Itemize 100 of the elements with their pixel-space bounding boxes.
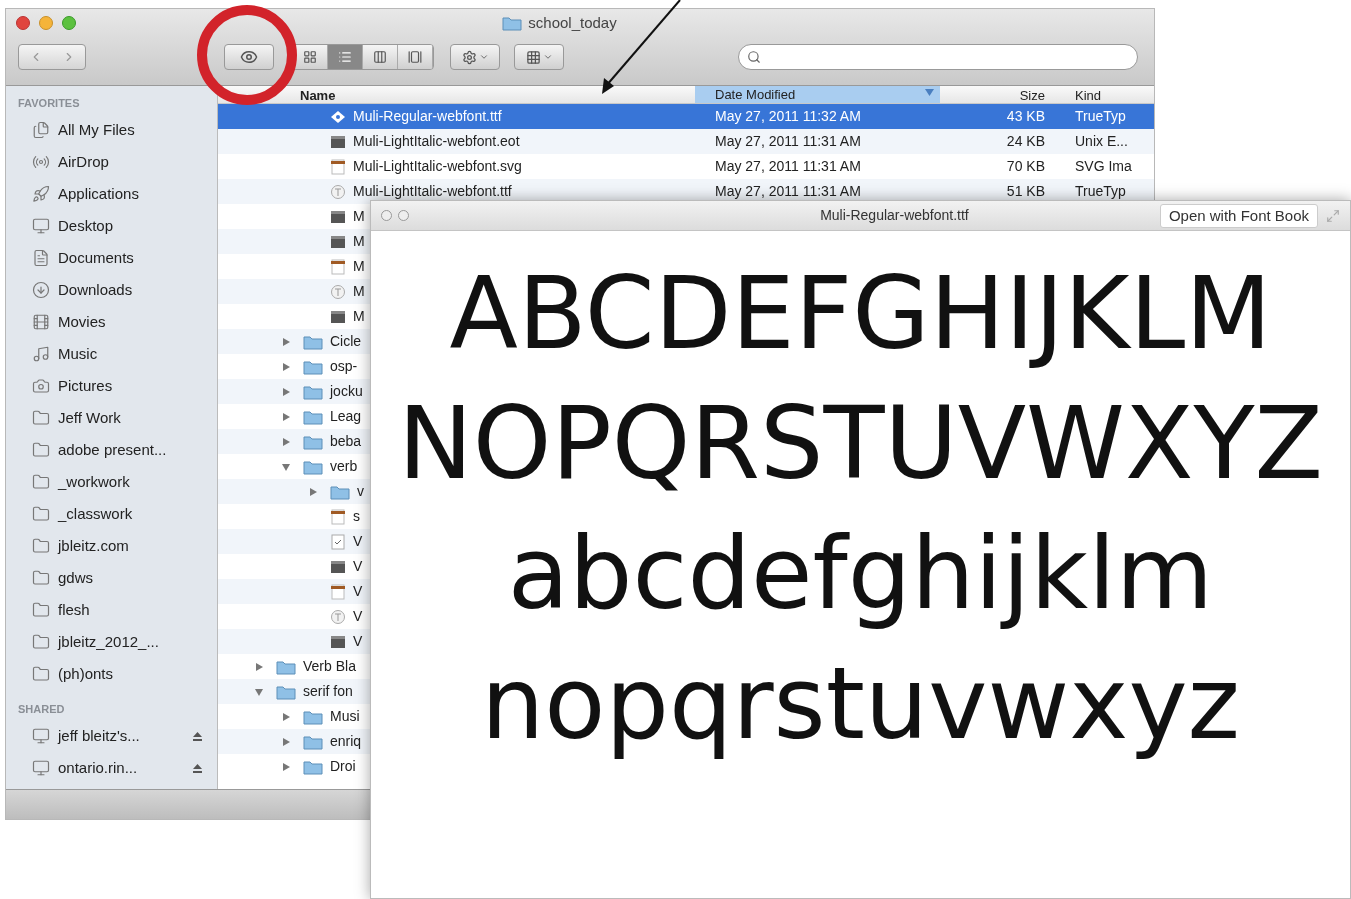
font-sample-line: nopqrstuvwxyz bbox=[480, 644, 1241, 764]
zoom-button[interactable] bbox=[62, 16, 76, 30]
sidebar-item[interactable]: gdws bbox=[6, 562, 217, 594]
caret-icon bbox=[542, 52, 553, 62]
arrange-button[interactable] bbox=[514, 44, 564, 70]
sidebar-item[interactable]: Applications bbox=[6, 178, 217, 210]
caret-icon bbox=[478, 52, 489, 62]
folder-icon bbox=[303, 358, 323, 375]
grid-icon bbox=[303, 50, 317, 64]
sidebar-item[interactable]: Downloads bbox=[6, 274, 217, 306]
columns-icon bbox=[373, 50, 387, 64]
airdrop-icon bbox=[32, 153, 50, 171]
folder-icon bbox=[32, 633, 50, 651]
disclosure-right-icon[interactable] bbox=[281, 361, 291, 372]
image-file-icon bbox=[330, 158, 346, 175]
disclosure-down-icon[interactable] bbox=[281, 461, 291, 472]
sidebar-item[interactable]: Jeff Work bbox=[6, 402, 217, 434]
folder-icon bbox=[32, 665, 50, 683]
binary-file-icon bbox=[330, 559, 346, 574]
sidebar-item[interactable]: jbleitz_2012_... bbox=[6, 626, 217, 658]
folder-icon bbox=[303, 383, 323, 400]
column-header[interactable]: Date Modified bbox=[695, 86, 940, 103]
sidebar-item[interactable]: _classwork bbox=[6, 498, 217, 530]
binary-file-icon bbox=[330, 209, 346, 224]
view-button[interactable] bbox=[363, 45, 398, 69]
folder-icon bbox=[32, 569, 50, 587]
camera-icon bbox=[32, 377, 50, 395]
sidebar-item[interactable]: AirDrop bbox=[6, 146, 217, 178]
fullscreen-button[interactable] bbox=[398, 210, 409, 221]
search-icon bbox=[747, 50, 761, 64]
font-sample-line: NOPQRSTUVWXYZ bbox=[397, 384, 1324, 504]
sidebar-item[interactable]: jbleitz.com bbox=[6, 530, 217, 562]
disclosure-right-icon[interactable] bbox=[281, 436, 291, 447]
sidebar-item[interactable]: Pictures bbox=[6, 370, 217, 402]
sidebar-item[interactable]: adobe present... bbox=[6, 434, 217, 466]
list-icon bbox=[338, 50, 352, 64]
download-icon bbox=[32, 281, 50, 299]
folder-icon bbox=[32, 473, 50, 491]
font-file-icon bbox=[330, 109, 346, 124]
binary-file-icon bbox=[330, 234, 346, 249]
eject-icon[interactable] bbox=[192, 730, 203, 742]
font-file-icon bbox=[330, 608, 346, 625]
column-header[interactable]: Size bbox=[940, 86, 1055, 103]
disclosure-right-icon[interactable] bbox=[281, 761, 291, 772]
file-row[interactable]: Muli-LightItalic-webfont.eot May 27, 2011 11:31 AM 24 KB Unix E... bbox=[218, 129, 1154, 154]
sidebar-item[interactable]: Documents bbox=[6, 242, 217, 274]
disclosure-right-icon[interactable] bbox=[281, 386, 291, 397]
file-row[interactable]: Muli-Regular-webfont.ttf May 27, 2011 11:32 AM 43 KB TrueTyp bbox=[218, 104, 1154, 129]
open-with-font-book-button[interactable]: Open with Font Book bbox=[1159, 203, 1318, 228]
sidebar-item[interactable]: flesh bbox=[6, 594, 217, 626]
folder-icon bbox=[276, 683, 296, 700]
sort-caret-icon bbox=[925, 89, 934, 96]
disclosure-right-icon[interactable] bbox=[281, 711, 291, 722]
folder-icon bbox=[502, 15, 523, 31]
column-header[interactable]: Name bbox=[300, 88, 336, 103]
sidebar-item[interactable]: Desktop bbox=[6, 210, 217, 242]
sidebar-item[interactable]: All My Files bbox=[6, 114, 217, 146]
folder-icon bbox=[32, 537, 50, 555]
close-button[interactable] bbox=[381, 210, 392, 221]
sidebar-item[interactable]: Music bbox=[6, 338, 217, 370]
disclosure-right-icon[interactable] bbox=[254, 661, 264, 672]
window-title: school_today bbox=[528, 12, 617, 33]
disclosure-right-icon[interactable] bbox=[281, 736, 291, 747]
folder-icon bbox=[303, 433, 323, 450]
folder-icon bbox=[32, 409, 50, 427]
image-file-icon bbox=[330, 258, 346, 275]
sidebar-item[interactable]: (ph)onts bbox=[6, 658, 217, 690]
close-button[interactable] bbox=[16, 16, 30, 30]
search-field[interactable] bbox=[738, 44, 1138, 70]
back-forward-control[interactable] bbox=[18, 44, 86, 70]
font-file-icon bbox=[330, 183, 346, 200]
folder-icon bbox=[330, 483, 350, 500]
quick-look-button[interactable] bbox=[224, 44, 274, 70]
font-sample-line: abcdefghijklm bbox=[507, 514, 1214, 634]
folder-icon bbox=[303, 458, 323, 475]
document-icon bbox=[32, 249, 50, 267]
sidebar-item[interactable]: jeff bleitz's... bbox=[6, 720, 217, 752]
computer-icon bbox=[32, 759, 50, 777]
sidebar-item[interactable]: Movies bbox=[6, 306, 217, 338]
binary-file-icon bbox=[330, 309, 346, 324]
computer-icon bbox=[32, 727, 50, 745]
folder-icon bbox=[32, 505, 50, 523]
sidebar-item[interactable]: _workwork bbox=[6, 466, 217, 498]
folder-icon bbox=[303, 333, 323, 350]
action-menu-button[interactable] bbox=[450, 44, 500, 70]
column-header[interactable]: Kind bbox=[1055, 86, 1154, 103]
disclosure-right-icon[interactable] bbox=[281, 411, 291, 422]
disclosure-right-icon[interactable] bbox=[281, 336, 291, 347]
view-button[interactable] bbox=[398, 45, 433, 69]
binary-file-icon bbox=[330, 134, 346, 149]
disclosure-right-icon[interactable] bbox=[308, 486, 318, 497]
settings-icon bbox=[461, 49, 477, 65]
eject-icon[interactable] bbox=[192, 762, 203, 774]
disclosure-down-icon[interactable] bbox=[254, 686, 264, 697]
eye-icon bbox=[240, 48, 258, 66]
folder-icon bbox=[32, 601, 50, 619]
sidebar-item[interactable]: ontario.rin... bbox=[6, 752, 217, 784]
files-icon bbox=[32, 121, 50, 139]
section-heading: SHARED bbox=[17, 702, 66, 717]
image-file-icon bbox=[330, 508, 346, 525]
